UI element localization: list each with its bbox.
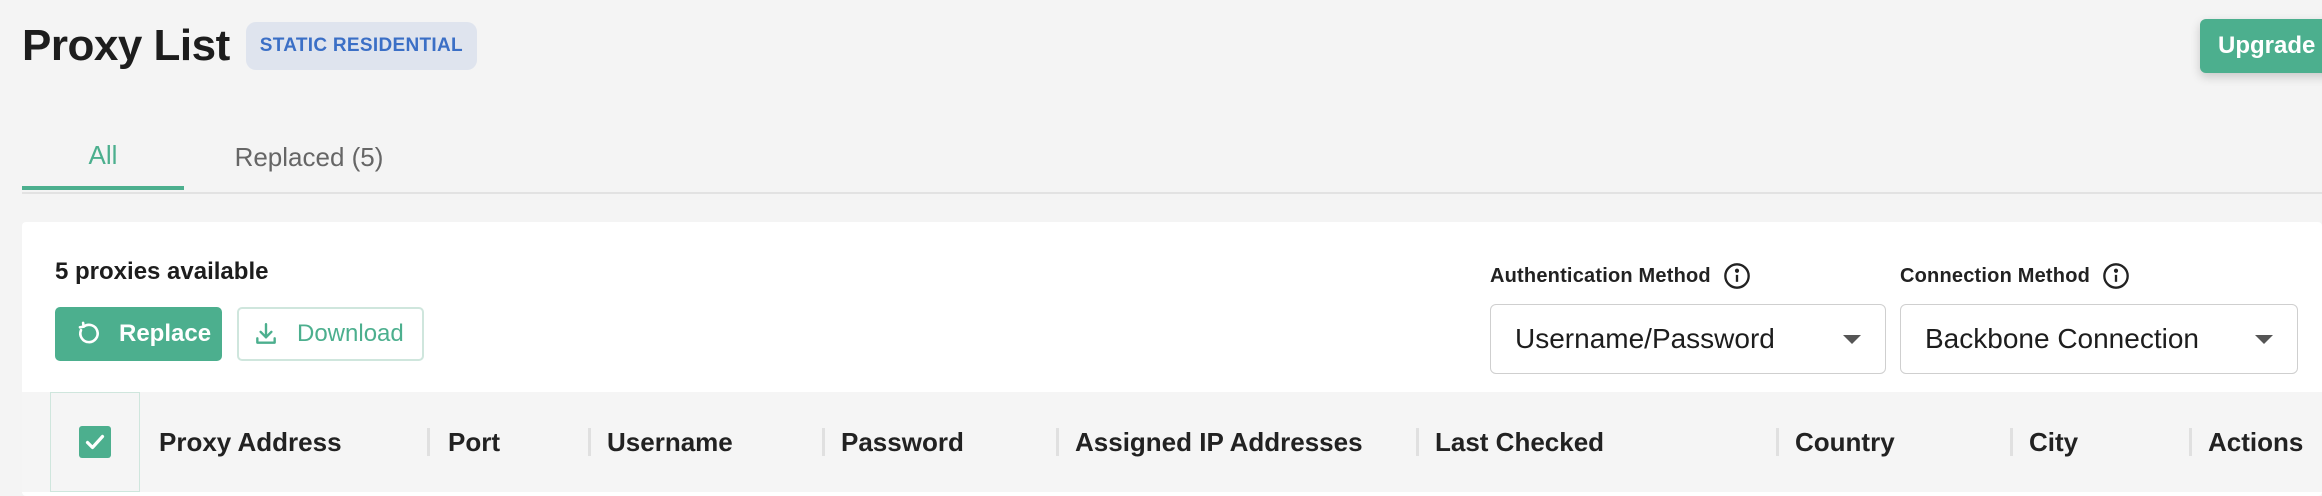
plan-badge: STATIC RESIDENTIAL [245,22,477,70]
column-divider[interactable] [1416,428,1419,456]
download-button-label: Download [297,320,404,347]
proxy-panel: 5 proxies available Replace Download Aut… [22,222,2322,496]
column-divider[interactable] [1776,428,1779,456]
auth-method-value: Username/Password [1515,323,1775,354]
connection-method-label-text: Connection Method [1900,264,2091,287]
refresh-icon [78,321,99,344]
column-header-last-checked[interactable]: Last Checked [1435,392,1604,492]
connection-method-label: Connection Method [1900,262,2130,290]
auth-method-select[interactable]: Username/Password [1490,304,1886,374]
column-header-username[interactable]: Username [607,392,733,492]
column-header-assigned-ip[interactable]: Assigned IP Addresses [1075,392,1363,492]
column-header-country[interactable]: Country [1795,392,1895,492]
column-divider[interactable] [2189,428,2192,456]
caret-down-icon [2255,335,2273,344]
download-button[interactable]: Download [237,307,424,361]
tab-bar: All Replaced (5) [22,118,2322,194]
column-header-proxy-address[interactable]: Proxy Address [159,392,342,492]
replace-button[interactable]: Replace [55,307,222,361]
replace-button-label: Replace [119,320,212,347]
download-icon [256,323,276,344]
caret-down-icon [1843,335,1861,344]
page-header: Proxy List STATIC RESIDENTIAL [22,18,477,74]
column-header-actions[interactable]: Actions [2208,392,2303,492]
column-header-port[interactable]: Port [448,392,500,492]
check-icon [85,434,105,450]
column-divider[interactable] [2010,428,2013,456]
upgrade-button[interactable]: Upgrade [2200,19,2322,73]
table-header: Proxy Address Port Username Password Ass… [22,392,2322,492]
info-icon[interactable] [1723,262,1751,290]
proxies-available-text: 5 proxies available [55,258,269,285]
column-header-password[interactable]: Password [841,392,964,492]
connection-method-select[interactable]: Backbone Connection [1900,304,2298,374]
tab-replaced[interactable]: Replaced (5) [184,118,434,192]
page-title: Proxy List [22,21,230,70]
auth-method-label: Authentication Method [1490,262,1751,290]
select-all-cell [50,392,140,492]
column-divider[interactable] [1056,428,1059,456]
connection-method-value: Backbone Connection [1925,323,2199,354]
column-divider[interactable] [822,428,825,456]
column-header-city[interactable]: City [2029,392,2078,492]
column-divider[interactable] [588,428,591,456]
tab-all[interactable]: All [22,118,184,190]
auth-method-label-text: Authentication Method [1490,264,1711,287]
column-divider[interactable] [427,428,430,456]
info-icon[interactable] [2102,262,2130,290]
select-all-checkbox[interactable] [79,426,111,458]
